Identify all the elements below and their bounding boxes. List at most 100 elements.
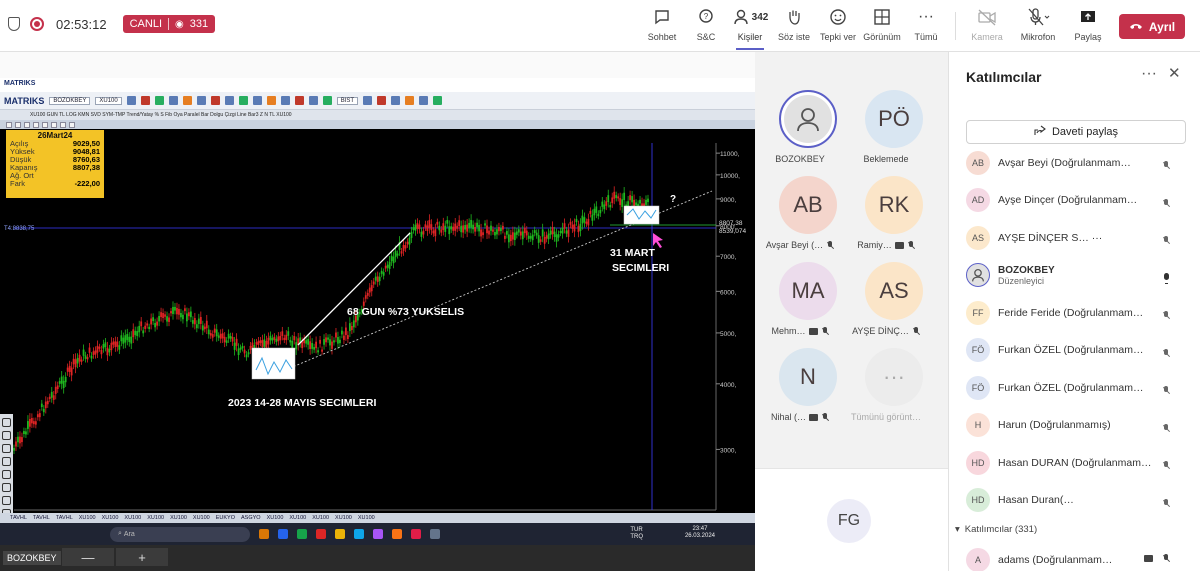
symbol-tab[interactable]: ASGYO [241, 515, 261, 521]
participant-row[interactable]: H Harun (Doğrulanmamış) [949, 407, 1200, 445]
participant-row[interactable]: BOZOKBEY Düzenleyici [949, 257, 1200, 295]
app-icon[interactable] [278, 529, 288, 539]
tool-icon[interactable] [391, 96, 401, 105]
symbol-tab[interactable]: XU100 [358, 515, 375, 521]
app-icon[interactable] [335, 529, 345, 539]
participant-row[interactable]: FF Feride Feride (Doğrulanmam… [949, 294, 1200, 332]
tool-icon[interactable] [363, 96, 373, 105]
pen-tool-icon[interactable] [2, 457, 11, 466]
symbol-tab[interactable]: TAVHL [56, 515, 73, 521]
app-icon[interactable] [430, 529, 440, 539]
share-invite-button[interactable]: Daveti paylaş [966, 120, 1186, 144]
participant-row[interactable]: AS AYŞE DİNÇER S… ··· [949, 219, 1200, 257]
participant-tile[interactable]: BOZOKBEY [755, 90, 845, 172]
more-options-icon[interactable]: ··· [1141, 65, 1157, 83]
tool-icon[interactable] [126, 96, 136, 105]
view-all-tile[interactable]: ··· Tümünü görünt… [841, 348, 931, 430]
tool-icon[interactable] [196, 96, 206, 105]
tool-icon[interactable] [252, 96, 262, 105]
zoom-out-button[interactable]: — [62, 548, 114, 566]
self-view[interactable]: FG [755, 468, 948, 571]
tool-icon[interactable] [210, 96, 220, 105]
zoom-in-button[interactable]: + [116, 548, 168, 566]
taskbar-search[interactable]: ⌕ Ara [110, 526, 250, 542]
symbol-tab[interactable]: TAVHL [10, 515, 27, 521]
symbol-tab[interactable]: XU100 [147, 515, 164, 521]
text-tool-icon[interactable] [2, 470, 11, 479]
app-icon[interactable] [316, 529, 326, 539]
raise-hand-button[interactable]: Söz iste [772, 6, 816, 42]
app-icon[interactable] [373, 529, 383, 539]
participant-tile[interactable]: PÖ Beklemede [841, 90, 931, 172]
app-icon[interactable] [411, 529, 421, 539]
leave-button[interactable]: Ayrıl [1119, 14, 1185, 39]
tool-icon[interactable] [377, 96, 387, 105]
tool-icon[interactable] [154, 96, 164, 105]
participant-row[interactable]: AD Ayşe Dinçer (Doğrulanmam… [949, 182, 1200, 220]
tool-icon[interactable] [140, 96, 150, 105]
tool-icon[interactable] [182, 96, 192, 105]
tool-icon[interactable] [266, 96, 276, 105]
tool-icon[interactable] [168, 96, 178, 105]
taskbar-clock[interactable]: 23:47 26.03.2024 [685, 526, 715, 540]
shared-screen[interactable]: 11000, 10000, 9000, 8000, 7000, 6000, 5000, 400… [0, 78, 755, 571]
participant-tile[interactable]: AB Avşar Beyi (… [755, 176, 845, 258]
app-icon[interactable] [354, 529, 364, 539]
cursor-tool-icon[interactable] [2, 444, 11, 453]
eye-tool-icon[interactable] [2, 431, 11, 440]
tool-icon[interactable] [433, 96, 443, 105]
symbol-tab[interactable]: XU100 [79, 515, 96, 521]
participant-row[interactable]: FÖ Furkan ÖZEL (Doğrulanmam… [949, 332, 1200, 370]
draw-tool-icon[interactable] [24, 121, 30, 128]
tool-icon[interactable] [322, 96, 332, 105]
pointer-tool-icon[interactable] [2, 418, 11, 427]
eraser-tool-icon[interactable] [2, 483, 11, 492]
undo-tool-icon[interactable] [2, 496, 11, 505]
tool-icon[interactable] [238, 96, 248, 105]
tool-icon[interactable] [405, 96, 415, 105]
camera-button[interactable]: Kamera [965, 6, 1009, 42]
tool-icon[interactable] [224, 96, 234, 105]
symbol-tab[interactable]: XU100 [193, 515, 210, 521]
participant-row[interactable]: FÖ Furkan ÖZEL (Doğrulanmam… [949, 369, 1200, 407]
shield-icon[interactable] [8, 17, 20, 31]
symbol-tab[interactable]: EUKYO [216, 515, 235, 521]
attendees-section-header[interactable]: ▾ Katılımcılar (331) [955, 524, 1037, 535]
draw-tool-icon[interactable] [33, 121, 39, 128]
draw-tool-icon[interactable] [69, 121, 75, 128]
market-box[interactable]: BIST [336, 96, 359, 105]
symbol-tab[interactable]: XU100 [267, 515, 284, 521]
participant-row[interactable]: HD Hasan DURAN (Doğrulanmam… [949, 444, 1200, 482]
participant-row[interactable]: A adams (Doğrulanmam… [949, 547, 1200, 571]
participant-tile[interactable]: MA Mehm… [755, 262, 845, 344]
app-icon[interactable] [259, 529, 269, 539]
symbol-tab[interactable]: XU100 [102, 515, 119, 521]
chat-button[interactable]: Sohbet [640, 6, 684, 42]
symbol-tab[interactable]: XU100 [124, 515, 141, 521]
symbol-tab[interactable]: XU100 [312, 515, 329, 521]
participant-row[interactable]: HD Hasan Duran(… [949, 482, 1200, 520]
draw-tool-icon[interactable] [15, 121, 21, 128]
draw-tool-icon[interactable] [6, 121, 12, 128]
language-indicator[interactable]: TUR TRQ [630, 527, 643, 541]
draw-tool-icon[interactable] [60, 121, 66, 128]
people-button[interactable]: 342 Kişiler [728, 6, 772, 50]
close-icon[interactable]: ✕ [1168, 64, 1181, 82]
more-button[interactable]: ··· Tümü [904, 6, 948, 42]
symbol-tab[interactable]: TAVHL [33, 515, 50, 521]
participant-tile[interactable]: N Nihal (… [755, 348, 845, 430]
view-button[interactable]: Görünüm [860, 6, 904, 42]
tool-icon[interactable] [294, 96, 304, 105]
participant-tile[interactable]: AS AYŞE DİNÇ… [841, 262, 931, 344]
live-badge[interactable]: CANLI ◉ 331 [122, 15, 216, 33]
symbol-tab[interactable]: XU100 [335, 515, 352, 521]
symbol-box[interactable]: XU100 [95, 96, 122, 105]
draw-tool-icon[interactable] [51, 121, 57, 128]
draw-tool-icon[interactable] [42, 121, 48, 128]
tool-icon[interactable] [308, 96, 318, 105]
react-button[interactable]: Tepki ver [816, 6, 860, 42]
participant-tile[interactable]: RK Ramiy… [841, 176, 931, 258]
app-icon[interactable] [392, 529, 402, 539]
microphone-button[interactable]: Mikrofon [1016, 6, 1060, 42]
participant-row[interactable]: AB Avşar Beyi (Doğrulanmam… [949, 144, 1200, 182]
